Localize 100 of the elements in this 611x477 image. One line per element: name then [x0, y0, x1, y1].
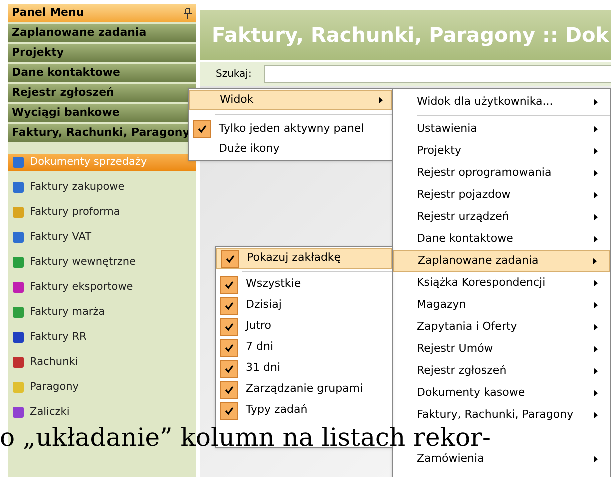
menu-label: 31 dni [246, 360, 281, 376]
menu-item[interactable]: Rejestr zgłoszeń [393, 360, 610, 382]
item-label: Faktury marża [30, 304, 106, 320]
menu-item[interactable]: Zarządzanie grupami [216, 379, 392, 400]
menu-item[interactable]: Widok [189, 90, 392, 110]
menu-item[interactable]: Książka Korespondencji [393, 272, 610, 294]
menu-item[interactable]: Ustawienia [393, 118, 610, 140]
menu-item[interactable]: Rejestr oprogramowania [393, 162, 610, 184]
menu-item[interactable]: Dokumenty kasowe [393, 382, 610, 404]
menu-label: Rejestr Umów [417, 340, 494, 357]
checkbox[interactable] [220, 318, 238, 336]
menu-label: Książka Korespondencji [417, 274, 546, 291]
menu-item[interactable]: Rejestr Umów [393, 338, 610, 360]
panel-item[interactable]: Faktury RR [8, 329, 196, 346]
menu-item[interactable]: 31 dni [216, 358, 392, 379]
check-icon [224, 344, 234, 352]
menu-label: Zaplanowane zadania [418, 252, 539, 269]
submenu-arrow-icon [594, 390, 598, 396]
menu-label: Rejestr zgłoszeń [417, 362, 507, 379]
menu-label: Zamówienia [417, 450, 484, 467]
menu-label: Widok dla użytkownika... [417, 94, 554, 110]
panel-item[interactable]: Paragony [8, 379, 196, 396]
search-label: Szukaj: [216, 68, 252, 82]
menu-label: Widok [220, 92, 254, 108]
submenu-arrow-icon [594, 368, 598, 374]
submenu-arrow-icon [594, 456, 598, 462]
item-label: Faktury VAT [30, 230, 92, 245]
menu-item[interactable]: Typy zadań [216, 400, 392, 421]
menu-item[interactable]: Zapytania i Oferty [393, 316, 610, 338]
checkbox[interactable] [220, 276, 238, 294]
menu-item[interactable]: Widok dla użytkownika... [393, 91, 610, 113]
item-label: Faktury wewnętrzne [30, 254, 136, 270]
check-icon [224, 302, 234, 310]
menu-label: Zarządzanie grupami [246, 381, 364, 398]
submenu-arrow-icon [594, 280, 598, 286]
menu-item[interactable]: Magazyn [393, 294, 610, 316]
menu-item[interactable]: Rejestr urządzeń [393, 206, 610, 228]
item-label: Zaliczki [30, 404, 70, 420]
menu-label: Tylko jeden aktywny panel [219, 120, 364, 137]
item-label: Paragony [30, 380, 80, 395]
menu-label: Wszystkie [246, 276, 302, 292]
check-icon [198, 125, 206, 133]
submenu-arrow-icon [594, 170, 598, 176]
menu-item[interactable]: 7 dni [216, 337, 392, 358]
menu-item[interactable]: Zamówienia [393, 448, 610, 470]
checkbox[interactable] [220, 360, 238, 378]
submenu-arrow-icon [594, 412, 598, 418]
submenu-arrow-icon [594, 148, 598, 154]
panel-item[interactable]: Faktury wewnętrzne [8, 254, 196, 271]
menu-label: Dane kontaktowe [417, 230, 514, 247]
panel-item[interactable]: Faktury VAT [8, 229, 196, 246]
panel-group-button[interactable]: Zaplanowane zadania [8, 24, 196, 42]
panel-item[interactable]: Faktury zakupowe [8, 179, 196, 196]
menu-item[interactable]: Faktury, Rachunki, Paragony [393, 404, 610, 426]
menu-item[interactable]: Zaplanowane zadania [393, 250, 610, 272]
submenu-arrow-icon [594, 236, 598, 242]
menu-item[interactable]: Pokazuj zakładkę [216, 248, 392, 269]
window-title: Faktury, Rachunki, Paragony :: Dok [212, 22, 610, 49]
item-label: Faktury proforma [30, 204, 120, 220]
menu-item[interactable]: Wszystkie [216, 274, 392, 295]
menu-label: Ustawienia [417, 120, 478, 137]
panel-item[interactable]: Zaliczki [8, 404, 196, 421]
menu-label: Dokumenty kasowe [417, 384, 526, 401]
check-icon [226, 254, 234, 262]
panel-group-button[interactable]: Rejestr zgłoszeń [8, 84, 196, 102]
checkbox[interactable] [221, 250, 239, 268]
menu-label: Rejestr pojazdow [417, 186, 511, 203]
submenu-arrow-icon [594, 98, 598, 106]
checkbox[interactable] [193, 120, 211, 138]
submenu-arrow-icon [594, 192, 598, 198]
menu-label: 7 dni [246, 339, 274, 356]
checkbox[interactable] [220, 296, 238, 314]
menu-label: Dzisiaj [246, 297, 282, 314]
menu-item[interactable]: Projekty [393, 140, 610, 162]
menu-label: Jutro [246, 318, 272, 334]
menu-label: Zapytania i Oferty [417, 318, 518, 335]
checkbox[interactable] [220, 402, 238, 420]
panel-item[interactable]: Faktury marża [8, 304, 196, 321]
submenu-arrow-icon [594, 214, 598, 220]
menu-label: Projekty [417, 142, 462, 159]
menu-item[interactable]: Rejestr pojazdow [393, 184, 610, 206]
submenu-arrow-icon [593, 258, 597, 264]
checkbox[interactable] [220, 338, 238, 356]
pin-icon [184, 8, 192, 18]
panel-group-button[interactable]: Dane kontaktowe [8, 64, 196, 82]
menu-item[interactable]: Dzisiaj [216, 295, 392, 316]
item-label: Faktury zakupowe [30, 180, 125, 195]
panel-item[interactable]: Rachunki [8, 354, 196, 371]
menu-label: Typy zadań [246, 402, 308, 418]
submenu-arrow-icon [594, 302, 598, 308]
search-field[interactable] [264, 65, 611, 83]
check-icon [224, 280, 234, 288]
menu-item[interactable]: Dane kontaktowe [393, 228, 610, 250]
panel-group-button[interactable]: Projekty [8, 44, 196, 62]
panel-title: Panel Menu [12, 4, 84, 21]
panel-item[interactable]: Faktury proforma [8, 204, 196, 221]
menu-item[interactable]: Jutro [216, 316, 392, 337]
panel-item[interactable]: Faktury eksportowe [8, 279, 196, 296]
item-label: Dokumenty sprzedaży [30, 154, 148, 170]
checkbox[interactable] [220, 380, 238, 398]
